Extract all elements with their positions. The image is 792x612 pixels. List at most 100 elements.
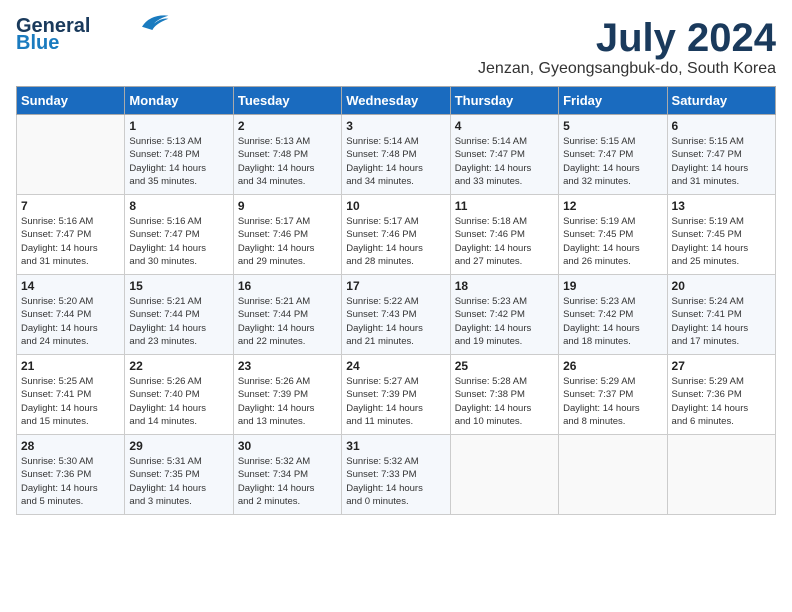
col-header-monday: Monday [125, 87, 233, 115]
day-info: Sunrise: 5:21 AM Sunset: 7:44 PM Dayligh… [129, 295, 228, 348]
day-info: Sunrise: 5:28 AM Sunset: 7:38 PM Dayligh… [455, 375, 554, 428]
calendar-cell [559, 435, 667, 515]
day-number: 29 [129, 439, 228, 453]
day-info: Sunrise: 5:23 AM Sunset: 7:42 PM Dayligh… [455, 295, 554, 348]
title-block: July 2024 Jenzan, Gyeongsangbuk-do, Sout… [478, 16, 776, 78]
day-info: Sunrise: 5:13 AM Sunset: 7:48 PM Dayligh… [238, 135, 337, 188]
calendar-cell: 31 Sunrise: 5:32 AM Sunset: 7:33 PM Dayli… [342, 435, 450, 515]
day-info: Sunrise: 5:22 AM Sunset: 7:43 PM Dayligh… [346, 295, 445, 348]
day-number: 23 [238, 359, 337, 373]
day-number: 25 [455, 359, 554, 373]
day-info: Sunrise: 5:24 AM Sunset: 7:41 PM Dayligh… [672, 295, 771, 348]
day-info: Sunrise: 5:23 AM Sunset: 7:42 PM Dayligh… [563, 295, 662, 348]
day-info: Sunrise: 5:25 AM Sunset: 7:41 PM Dayligh… [21, 375, 120, 428]
day-info: Sunrise: 5:29 AM Sunset: 7:37 PM Dayligh… [563, 375, 662, 428]
calendar-week-row: 28 Sunrise: 5:30 AM Sunset: 7:36 PM Dayli… [17, 435, 776, 515]
calendar-subtitle: Jenzan, Gyeongsangbuk-do, South Korea [478, 60, 776, 78]
day-number: 7 [21, 199, 120, 213]
calendar-cell: 2 Sunrise: 5:13 AM Sunset: 7:48 PM Daylig… [233, 115, 341, 195]
day-info: Sunrise: 5:32 AM Sunset: 7:34 PM Dayligh… [238, 455, 337, 508]
col-header-sunday: Sunday [17, 87, 125, 115]
day-info: Sunrise: 5:27 AM Sunset: 7:39 PM Dayligh… [346, 375, 445, 428]
logo-bird-icon [138, 12, 170, 32]
calendar-cell: 8Sunrise: 5:16 AM Sunset: 7:47 PM Daylig… [125, 195, 233, 275]
calendar-cell: 27 Sunrise: 5:29 AM Sunset: 7:36 PM Dayli… [667, 355, 775, 435]
day-number: 14 [21, 279, 120, 293]
calendar-cell: 14 Sunrise: 5:20 AM Sunset: 7:44 PM Dayli… [17, 275, 125, 355]
col-header-wednesday: Wednesday [342, 87, 450, 115]
calendar-cell: 16 Sunrise: 5:21 AM Sunset: 7:44 PM Dayli… [233, 275, 341, 355]
day-number: 3 [346, 119, 445, 133]
day-number: 28 [21, 439, 120, 453]
calendar-cell: 24 Sunrise: 5:27 AM Sunset: 7:39 PM Dayli… [342, 355, 450, 435]
calendar-cell: 12 Sunrise: 5:19 AM Sunset: 7:45 PM Dayli… [559, 195, 667, 275]
day-info: Sunrise: 5:15 AM Sunset: 7:47 PM Dayligh… [563, 135, 662, 188]
calendar-cell [450, 435, 558, 515]
calendar-cell: 20Sunrise: 5:24 AM Sunset: 7:41 PM Dayli… [667, 275, 775, 355]
calendar-cell: 5Sunrise: 5:15 AM Sunset: 7:47 PM Daylig… [559, 115, 667, 195]
day-number: 2 [238, 119, 337, 133]
day-number: 4 [455, 119, 554, 133]
day-info: Sunrise: 5:19 AM Sunset: 7:45 PM Dayligh… [672, 215, 771, 268]
calendar-week-row: 7 Sunrise: 5:16 AM Sunset: 7:47 PM Daylig… [17, 195, 776, 275]
calendar-cell: 19 Sunrise: 5:23 AM Sunset: 7:42 PM Dayli… [559, 275, 667, 355]
day-number: 6 [672, 119, 771, 133]
day-number: 12 [563, 199, 662, 213]
day-number: 24 [346, 359, 445, 373]
calendar-cell: 26 Sunrise: 5:29 AM Sunset: 7:37 PM Dayli… [559, 355, 667, 435]
calendar-cell: 13Sunrise: 5:19 AM Sunset: 7:45 PM Dayli… [667, 195, 775, 275]
day-number: 9 [238, 199, 337, 213]
day-info: Sunrise: 5:18 AM Sunset: 7:46 PM Dayligh… [455, 215, 554, 268]
calendar-cell: 17 Sunrise: 5:22 AM Sunset: 7:43 PM Dayli… [342, 275, 450, 355]
day-info: Sunrise: 5:26 AM Sunset: 7:39 PM Dayligh… [238, 375, 337, 428]
day-info: Sunrise: 5:17 AM Sunset: 7:46 PM Dayligh… [238, 215, 337, 268]
day-number: 22 [129, 359, 228, 373]
calendar-cell: 30Sunrise: 5:32 AM Sunset: 7:34 PM Dayli… [233, 435, 341, 515]
day-info: Sunrise: 5:14 AM Sunset: 7:47 PM Dayligh… [455, 135, 554, 188]
col-header-saturday: Saturday [667, 87, 775, 115]
day-number: 16 [238, 279, 337, 293]
calendar-cell: 9 Sunrise: 5:17 AM Sunset: 7:46 PM Daylig… [233, 195, 341, 275]
calendar-header-row: SundayMondayTuesdayWednesdayThursdayFrid… [17, 87, 776, 115]
day-number: 1 [129, 119, 228, 133]
calendar-body: 1 Sunrise: 5:13 AM Sunset: 7:48 PM Daylig… [17, 115, 776, 515]
calendar-cell: 4 Sunrise: 5:14 AM Sunset: 7:47 PM Daylig… [450, 115, 558, 195]
day-info: Sunrise: 5:19 AM Sunset: 7:45 PM Dayligh… [563, 215, 662, 268]
day-info: Sunrise: 5:32 AM Sunset: 7:33 PM Dayligh… [346, 455, 445, 508]
calendar-cell: 6 Sunrise: 5:15 AM Sunset: 7:47 PM Daylig… [667, 115, 775, 195]
day-info: Sunrise: 5:17 AM Sunset: 7:46 PM Dayligh… [346, 215, 445, 268]
day-info: Sunrise: 5:13 AM Sunset: 7:48 PM Dayligh… [129, 135, 228, 188]
calendar-cell: 3 Sunrise: 5:14 AM Sunset: 7:48 PM Daylig… [342, 115, 450, 195]
day-number: 27 [672, 359, 771, 373]
day-number: 21 [21, 359, 120, 373]
page-header: General Blue July 2024 Jenzan, Gyeongsan… [16, 16, 776, 78]
calendar-table: SundayMondayTuesdayWednesdayThursdayFrid… [16, 86, 776, 515]
calendar-cell: 18Sunrise: 5:23 AM Sunset: 7:42 PM Dayli… [450, 275, 558, 355]
day-info: Sunrise: 5:14 AM Sunset: 7:48 PM Dayligh… [346, 135, 445, 188]
day-info: Sunrise: 5:31 AM Sunset: 7:35 PM Dayligh… [129, 455, 228, 508]
calendar-cell: 7 Sunrise: 5:16 AM Sunset: 7:47 PM Daylig… [17, 195, 125, 275]
day-info: Sunrise: 5:26 AM Sunset: 7:40 PM Dayligh… [129, 375, 228, 428]
calendar-cell: 23 Sunrise: 5:26 AM Sunset: 7:39 PM Dayli… [233, 355, 341, 435]
calendar-cell: 25 Sunrise: 5:28 AM Sunset: 7:38 PM Dayli… [450, 355, 558, 435]
day-number: 17 [346, 279, 445, 293]
day-info: Sunrise: 5:30 AM Sunset: 7:36 PM Dayligh… [21, 455, 120, 508]
day-info: Sunrise: 5:29 AM Sunset: 7:36 PM Dayligh… [672, 375, 771, 428]
calendar-cell: 11 Sunrise: 5:18 AM Sunset: 7:46 PM Dayli… [450, 195, 558, 275]
col-header-thursday: Thursday [450, 87, 558, 115]
logo: General Blue [16, 16, 170, 55]
day-number: 8 [129, 199, 228, 213]
day-info: Sunrise: 5:21 AM Sunset: 7:44 PM Dayligh… [238, 295, 337, 348]
logo-blue: Blue [16, 32, 59, 55]
day-number: 19 [563, 279, 662, 293]
day-info: Sunrise: 5:16 AM Sunset: 7:47 PM Dayligh… [21, 215, 120, 268]
calendar-week-row: 21 Sunrise: 5:25 AM Sunset: 7:41 PM Dayli… [17, 355, 776, 435]
day-number: 31 [346, 439, 445, 453]
calendar-cell: 1 Sunrise: 5:13 AM Sunset: 7:48 PM Daylig… [125, 115, 233, 195]
calendar-cell: 10Sunrise: 5:17 AM Sunset: 7:46 PM Dayli… [342, 195, 450, 275]
day-info: Sunrise: 5:15 AM Sunset: 7:47 PM Dayligh… [672, 135, 771, 188]
day-number: 11 [455, 199, 554, 213]
day-info: Sunrise: 5:20 AM Sunset: 7:44 PM Dayligh… [21, 295, 120, 348]
calendar-cell [17, 115, 125, 195]
day-number: 26 [563, 359, 662, 373]
